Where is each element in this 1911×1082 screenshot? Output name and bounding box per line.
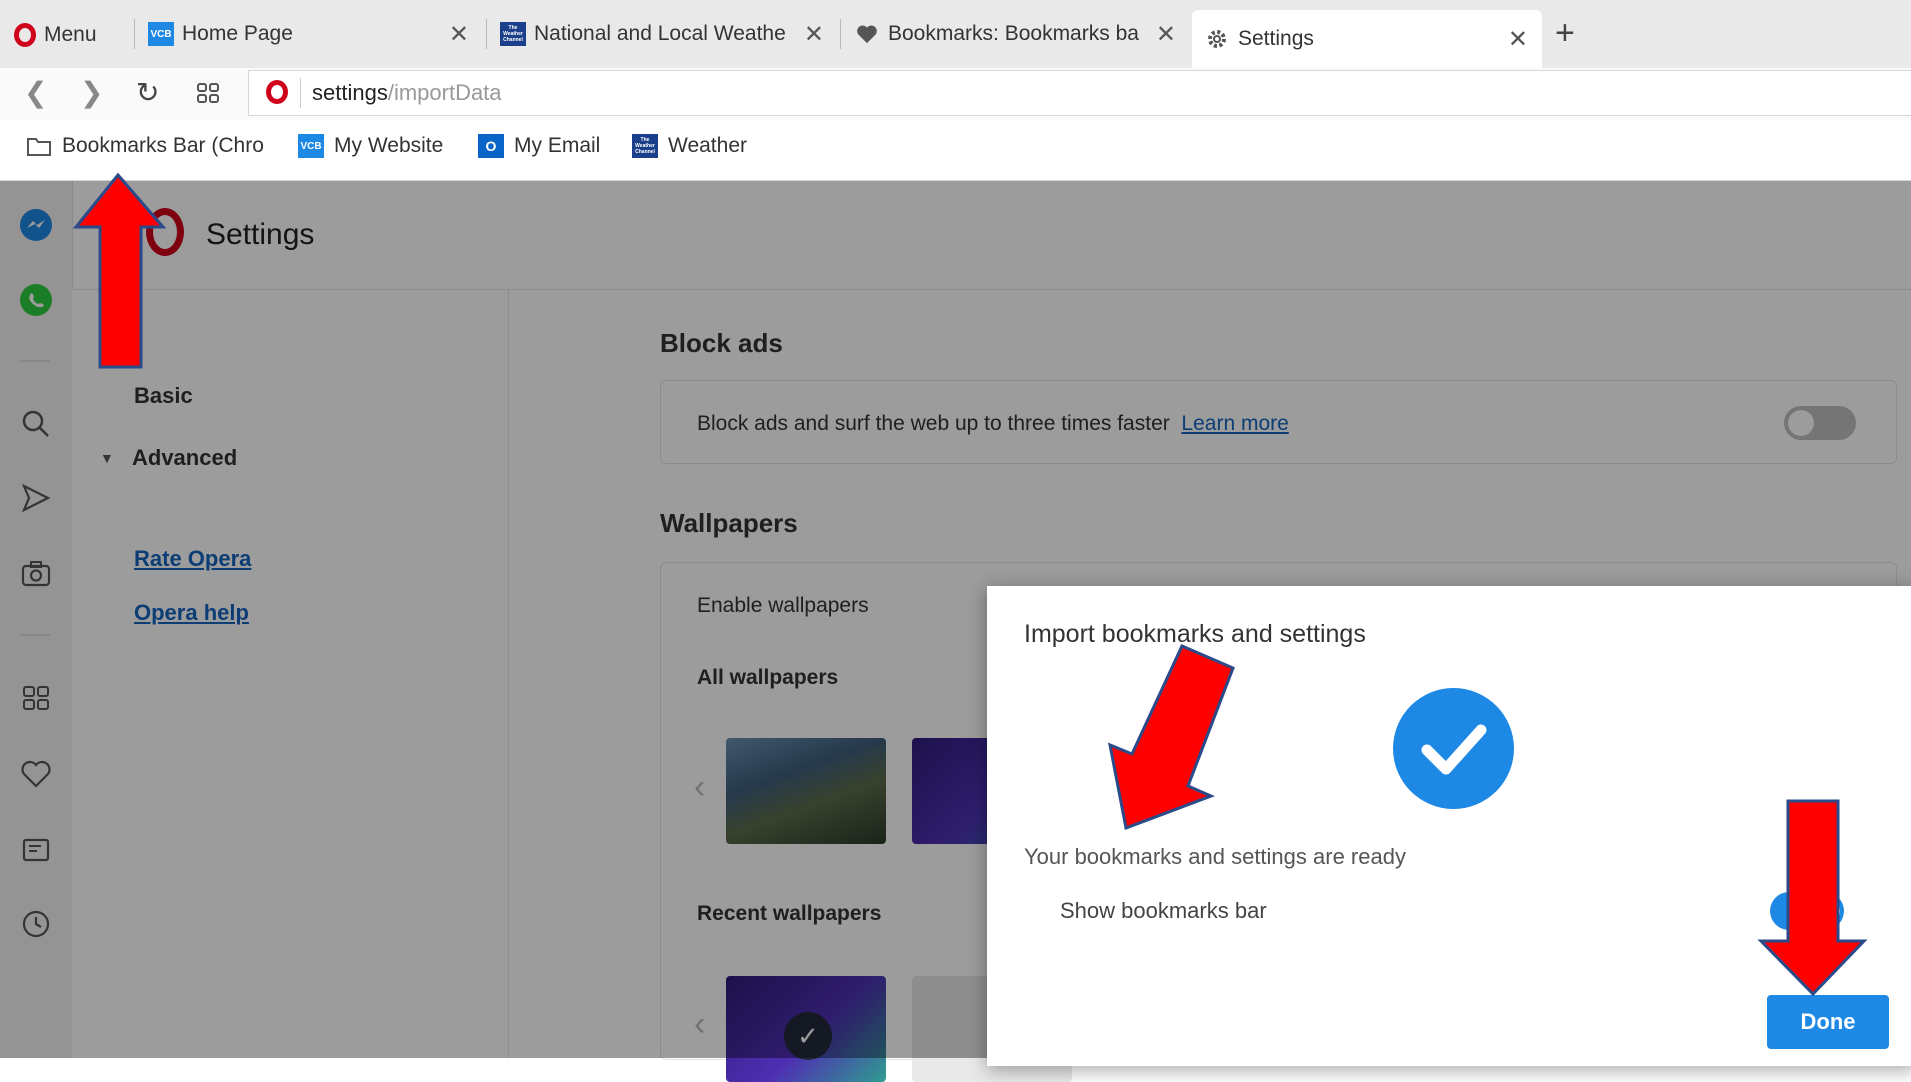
opera-logo-icon	[266, 80, 288, 104]
close-icon[interactable]: ✕	[804, 20, 824, 49]
bookmark-my-website[interactable]: VCB My Website	[298, 134, 443, 158]
show-bookmarks-bar-label: Show bookmarks bar	[1060, 898, 1267, 923]
bookmark-my-email[interactable]: O My Email	[478, 134, 600, 158]
vcb-favicon: VCB	[298, 134, 324, 158]
dialog-status-text: Your bookmarks and settings are ready	[1024, 844, 1406, 869]
tab-title: Settings	[1238, 27, 1314, 50]
tab-settings[interactable]: Settings ✕	[1192, 10, 1542, 68]
annotation-arrow-down-left	[1108, 644, 1235, 831]
reload-icon[interactable]: ↻	[136, 76, 159, 109]
opera-menu-button[interactable]: Menu	[14, 18, 97, 52]
tab-title: Bookmarks: Bookmarks ba	[888, 22, 1139, 45]
new-tab-button[interactable]: +	[1555, 14, 1575, 53]
bookmark-label: My Website	[334, 134, 444, 157]
gear-icon	[1204, 27, 1230, 51]
tab-weather[interactable]: The Weather Channel National and Local W…	[488, 10, 838, 58]
done-button[interactable]: Done	[1767, 995, 1889, 1049]
bookmark-label: Bookmarks Bar (Chro	[62, 134, 264, 157]
outlook-icon: O	[478, 134, 504, 158]
forward-icon[interactable]: ❯	[80, 76, 103, 109]
opera-logo-icon	[14, 23, 36, 47]
bookmark-label: Weather	[668, 134, 747, 157]
close-icon[interactable]: ✕	[449, 20, 469, 49]
url-path: /importData	[387, 80, 502, 105]
tab-title: Home Page	[182, 22, 293, 45]
tab-home-page[interactable]: VCB Home Page ✕	[136, 10, 483, 58]
annotation-arrow-up	[72, 172, 167, 369]
close-icon[interactable]: ✕	[1156, 20, 1176, 49]
vcb-favicon: VCB	[148, 22, 174, 46]
menu-label: Menu	[44, 23, 97, 46]
back-icon[interactable]: ❮	[24, 76, 47, 109]
bookmarks-bar	[0, 120, 1911, 181]
tab-separator	[134, 19, 135, 49]
tab-separator	[486, 19, 487, 49]
bookmark-folder-bookmarks-bar[interactable]: Bookmarks Bar (Chro	[26, 134, 264, 158]
weather-channel-favicon: The Weather Channel	[632, 134, 658, 158]
weather-channel-favicon: The Weather Channel	[500, 22, 526, 46]
folder-icon	[26, 134, 52, 158]
tab-separator	[840, 19, 841, 49]
tab-bookmarks[interactable]: Bookmarks: Bookmarks ba ✕	[842, 10, 1190, 58]
url-text[interactable]: settings/importData	[312, 80, 502, 106]
bookmark-label: My Email	[514, 134, 601, 157]
tab-title: National and Local Weathe	[534, 22, 786, 45]
success-check-icon	[1393, 688, 1514, 809]
url-host: settings	[312, 80, 388, 105]
annotation-arrow-down	[1757, 799, 1868, 997]
close-icon[interactable]: ✕	[1508, 25, 1528, 54]
bookmark-weather[interactable]: The Weather Channel Weather	[632, 134, 747, 158]
heart-icon	[854, 22, 880, 46]
address-divider	[300, 78, 301, 108]
tab-grid-icon[interactable]	[196, 82, 220, 109]
